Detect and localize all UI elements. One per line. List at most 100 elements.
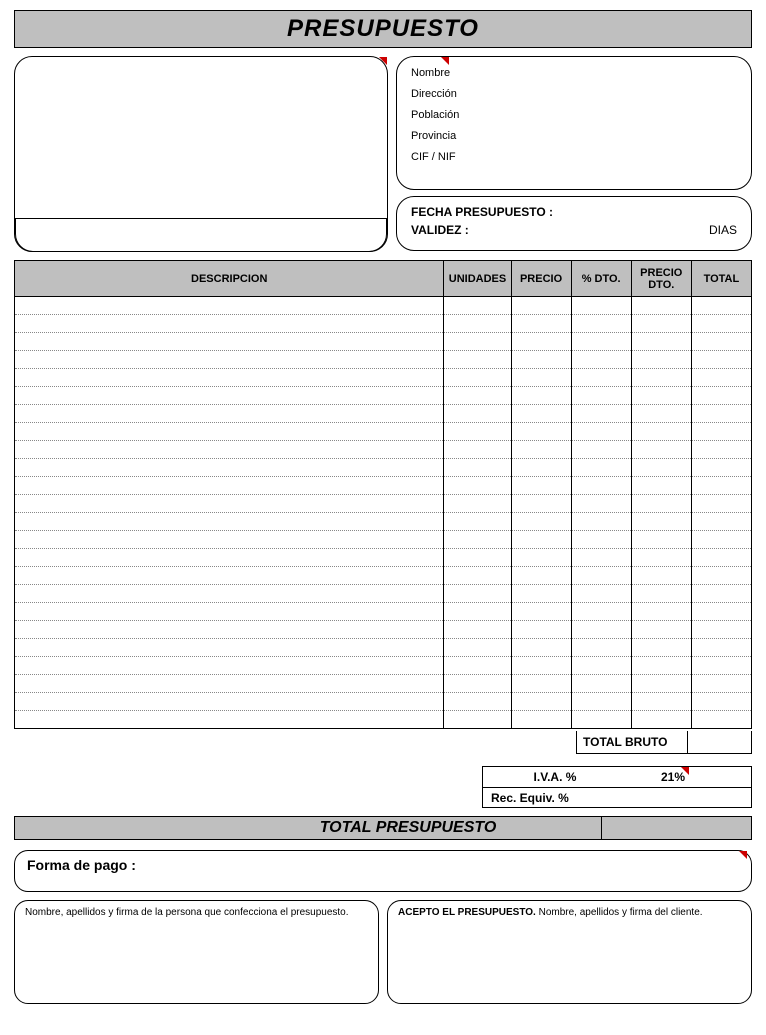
table-cell[interactable] — [15, 495, 444, 513]
table-cell[interactable] — [571, 513, 631, 531]
table-cell[interactable] — [631, 477, 691, 495]
table-cell[interactable] — [691, 711, 751, 729]
table-row[interactable] — [15, 387, 752, 405]
table-cell[interactable] — [444, 387, 511, 405]
table-cell[interactable] — [511, 603, 571, 621]
table-cell[interactable] — [691, 297, 751, 315]
table-cell[interactable] — [691, 387, 751, 405]
table-cell[interactable] — [571, 603, 631, 621]
table-cell[interactable] — [571, 369, 631, 387]
table-cell[interactable] — [511, 585, 571, 603]
table-cell[interactable] — [571, 621, 631, 639]
table-row[interactable] — [15, 405, 752, 423]
table-cell[interactable] — [571, 297, 631, 315]
table-cell[interactable] — [444, 585, 511, 603]
table-cell[interactable] — [444, 495, 511, 513]
table-row[interactable] — [15, 531, 752, 549]
table-cell[interactable] — [571, 657, 631, 675]
table-cell[interactable] — [691, 423, 751, 441]
table-cell[interactable] — [631, 693, 691, 711]
table-cell[interactable] — [15, 351, 444, 369]
table-cell[interactable] — [511, 675, 571, 693]
table-cell[interactable] — [15, 405, 444, 423]
table-cell[interactable] — [444, 531, 511, 549]
table-cell[interactable] — [444, 675, 511, 693]
table-cell[interactable] — [511, 441, 571, 459]
table-cell[interactable] — [631, 621, 691, 639]
table-row[interactable] — [15, 621, 752, 639]
table-cell[interactable] — [511, 567, 571, 585]
table-row[interactable] — [15, 441, 752, 459]
table-cell[interactable] — [444, 369, 511, 387]
table-cell[interactable] — [15, 639, 444, 657]
table-cell[interactable] — [511, 693, 571, 711]
table-cell[interactable] — [444, 513, 511, 531]
table-cell[interactable] — [691, 639, 751, 657]
table-cell[interactable] — [15, 603, 444, 621]
table-cell[interactable] — [15, 549, 444, 567]
table-cell[interactable] — [444, 351, 511, 369]
table-cell[interactable] — [15, 477, 444, 495]
table-cell[interactable] — [571, 405, 631, 423]
table-cell[interactable] — [15, 297, 444, 315]
table-row[interactable] — [15, 315, 752, 333]
table-row[interactable] — [15, 657, 752, 675]
table-cell[interactable] — [511, 621, 571, 639]
table-cell[interactable] — [15, 621, 444, 639]
table-cell[interactable] — [571, 459, 631, 477]
table-cell[interactable] — [511, 423, 571, 441]
table-cell[interactable] — [571, 441, 631, 459]
table-cell[interactable] — [444, 405, 511, 423]
table-cell[interactable] — [631, 315, 691, 333]
table-row[interactable] — [15, 297, 752, 315]
table-cell[interactable] — [15, 675, 444, 693]
table-cell[interactable] — [511, 459, 571, 477]
table-cell[interactable] — [631, 369, 691, 387]
table-cell[interactable] — [571, 675, 631, 693]
table-cell[interactable] — [631, 603, 691, 621]
table-cell[interactable] — [511, 531, 571, 549]
date-box[interactable]: FECHA PRESUPUESTO : VALIDEZ : DIAS — [396, 196, 752, 251]
table-cell[interactable] — [571, 477, 631, 495]
table-cell[interactable] — [444, 549, 511, 567]
table-row[interactable] — [15, 423, 752, 441]
payment-box[interactable]: Forma de pago : — [14, 850, 752, 892]
table-cell[interactable] — [511, 405, 571, 423]
table-cell[interactable] — [631, 513, 691, 531]
table-cell[interactable] — [511, 315, 571, 333]
table-cell[interactable] — [631, 675, 691, 693]
table-cell[interactable] — [444, 333, 511, 351]
table-cell[interactable] — [571, 585, 631, 603]
table-cell[interactable] — [631, 567, 691, 585]
table-cell[interactable] — [691, 603, 751, 621]
table-cell[interactable] — [691, 369, 751, 387]
table-cell[interactable] — [631, 711, 691, 729]
table-cell[interactable] — [15, 531, 444, 549]
table-cell[interactable] — [571, 639, 631, 657]
table-row[interactable] — [15, 693, 752, 711]
table-cell[interactable] — [691, 585, 751, 603]
table-cell[interactable] — [444, 423, 511, 441]
table-cell[interactable] — [444, 315, 511, 333]
table-cell[interactable] — [444, 441, 511, 459]
table-cell[interactable] — [15, 657, 444, 675]
table-cell[interactable] — [691, 693, 751, 711]
table-cell[interactable] — [571, 567, 631, 585]
table-cell[interactable] — [511, 711, 571, 729]
table-row[interactable] — [15, 513, 752, 531]
table-cell[interactable] — [691, 675, 751, 693]
table-row[interactable] — [15, 495, 752, 513]
table-cell[interactable] — [511, 639, 571, 657]
iva-pct[interactable]: 21% — [627, 770, 689, 784]
table-cell[interactable] — [631, 423, 691, 441]
total-bruto-value[interactable] — [688, 731, 752, 754]
table-row[interactable] — [15, 477, 752, 495]
table-cell[interactable] — [15, 315, 444, 333]
table-cell[interactable] — [691, 531, 751, 549]
table-cell[interactable] — [571, 315, 631, 333]
table-cell[interactable] — [511, 297, 571, 315]
table-cell[interactable] — [691, 567, 751, 585]
table-cell[interactable] — [15, 693, 444, 711]
table-cell[interactable] — [511, 369, 571, 387]
table-cell[interactable] — [691, 513, 751, 531]
